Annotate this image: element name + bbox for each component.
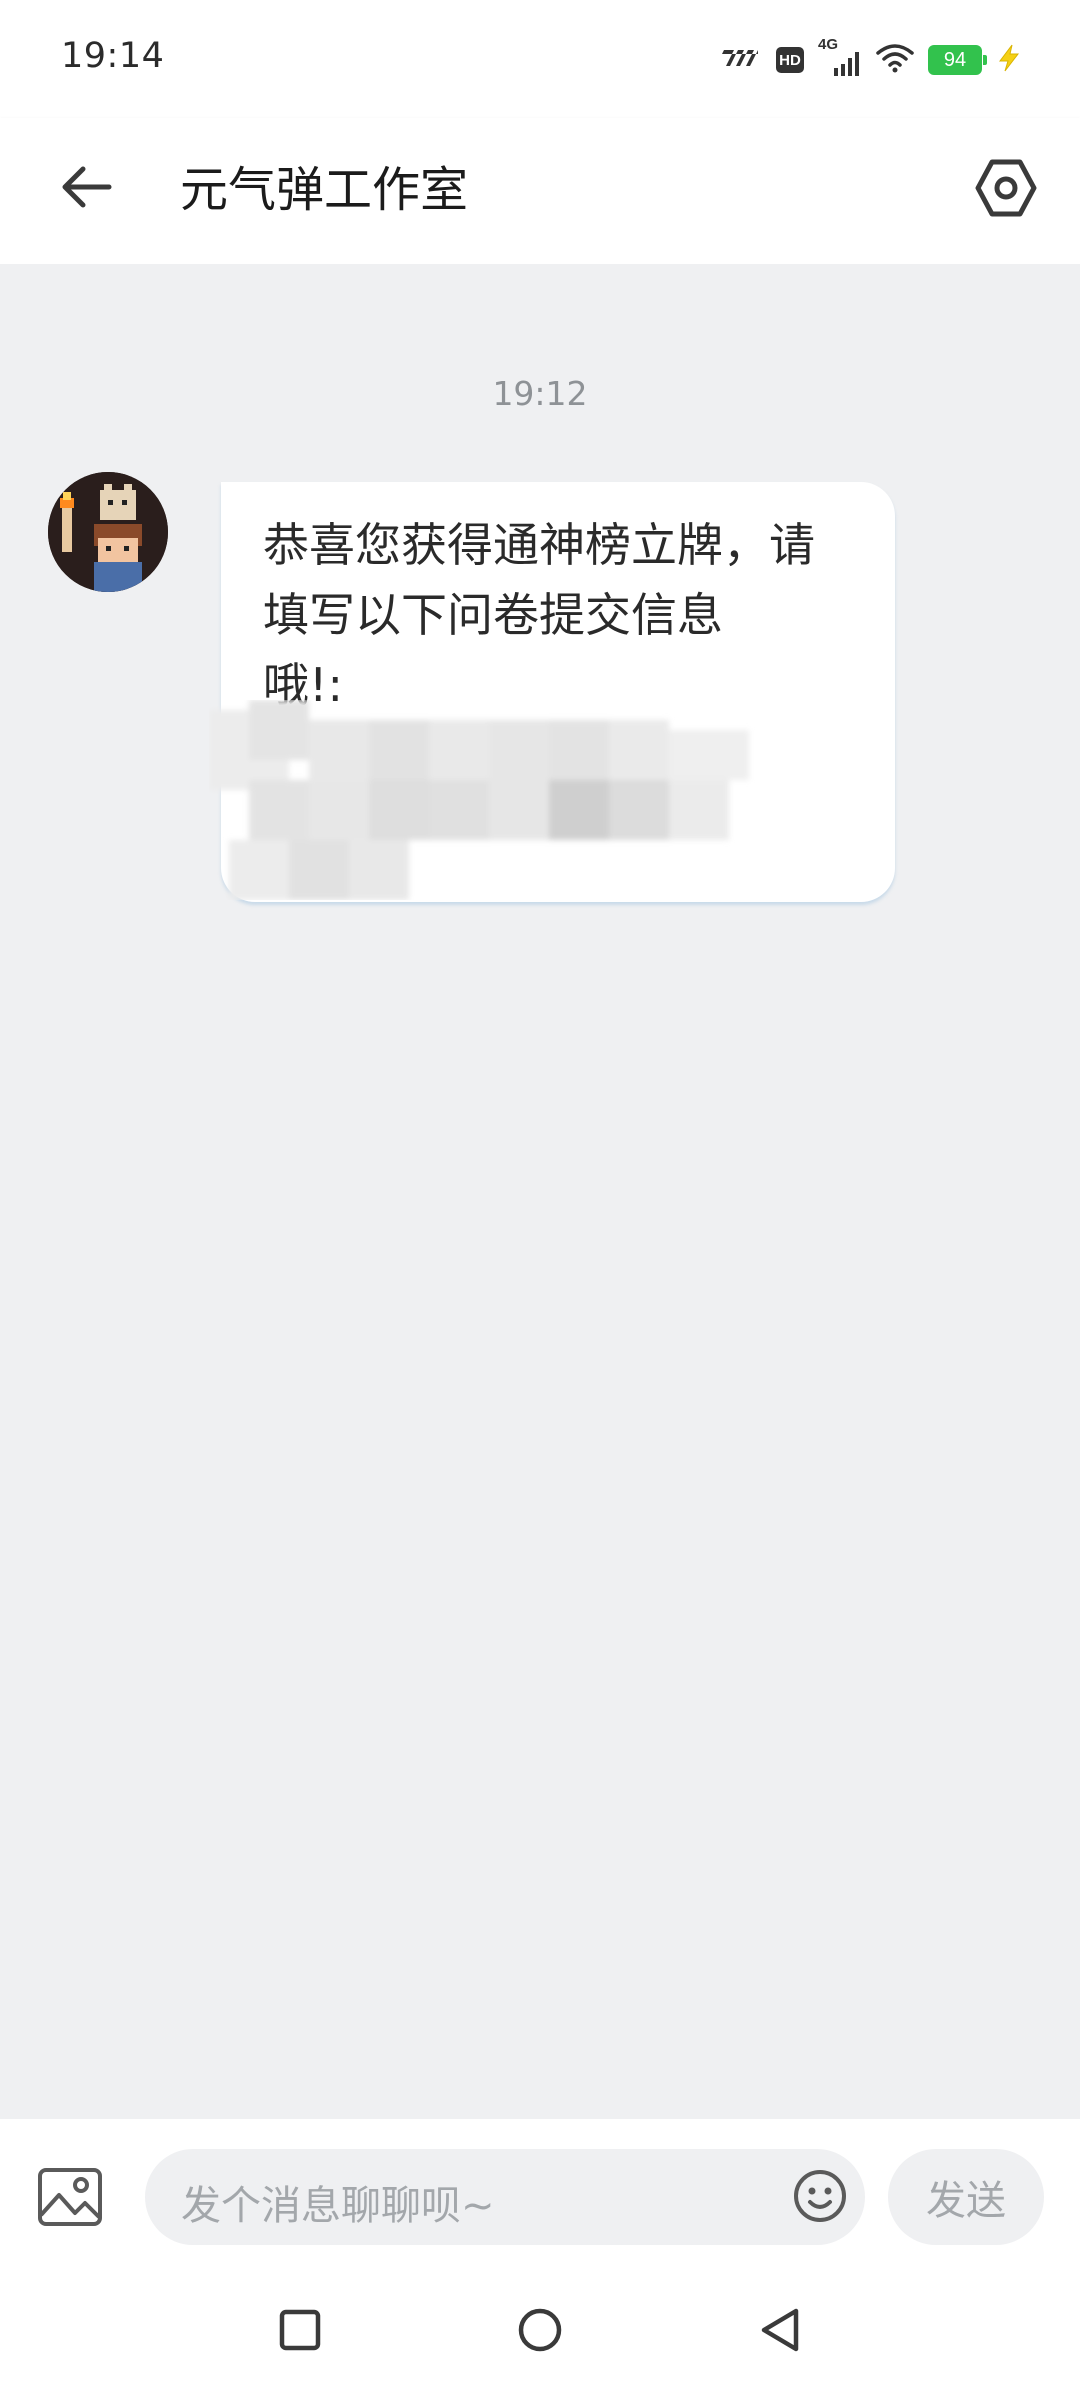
network-type-label: 4G — [818, 36, 839, 53]
battery-indicator: 94 — [928, 45, 987, 75]
emoji-icon — [792, 2168, 848, 2228]
status-icons: HD 4G 94 — [718, 36, 1022, 82]
wifi-icon — [876, 43, 914, 77]
image-button[interactable] — [34, 2163, 106, 2235]
settings-button[interactable] — [962, 146, 1050, 234]
redacted-link[interactable] — [209, 700, 809, 900]
page-title: 元气弹工作室 — [180, 162, 469, 218]
recents-square-icon — [278, 2308, 322, 2356]
message-line: 恭喜您获得通神榜立牌，请 — [263, 518, 815, 572]
message-bubble[interactable]: 恭喜您获得通神榜立牌，请 填写以下问卷提交信息 哦!: — [209, 482, 895, 902]
system-back-button[interactable] — [740, 2292, 820, 2372]
message-text: 恭喜您获得通神榜立牌，请 填写以下问卷提交信息 哦!: — [263, 510, 863, 720]
settings-hexagon-icon — [974, 156, 1038, 224]
charging-bolt-icon — [996, 43, 1022, 77]
cellular-signal-icon: 4G — [818, 36, 862, 80]
emoji-button[interactable] — [791, 2169, 849, 2227]
hd-badge: HD — [776, 47, 804, 73]
app-header: 元气弹工作室 — [0, 118, 1080, 264]
recents-button[interactable] — [260, 2292, 340, 2372]
system-nav-bar — [0, 2276, 1080, 2400]
message-input-placeholder: 发个消息聊聊呗~ — [181, 2183, 495, 2229]
back-button[interactable] — [44, 148, 126, 230]
status-bar: 19:14 HD 4G 94 — [0, 0, 1080, 118]
home-button[interactable] — [500, 2292, 580, 2372]
avatar[interactable] — [48, 472, 168, 592]
chat-area[interactable]: 19:12 恭喜您获得通神榜立牌，请 填写以下问卷提交信息 哦!: — [0, 264, 1080, 2119]
status-time: 19:14 — [61, 36, 165, 76]
signal-speed-icon — [718, 46, 762, 74]
back-arrow-icon — [57, 163, 113, 215]
back-triangle-icon — [758, 2306, 802, 2358]
home-circle-icon — [516, 2306, 564, 2358]
message-composer: 发个消息聊聊呗~ 发送 — [0, 2119, 1080, 2276]
message-input[interactable]: 发个消息聊聊呗~ — [145, 2149, 865, 2245]
image-icon — [37, 2167, 103, 2231]
message-line: 填写以下问卷提交信息 — [263, 588, 723, 642]
message-timestamp: 19:12 — [492, 374, 588, 413]
send-button[interactable]: 发送 — [888, 2149, 1044, 2245]
